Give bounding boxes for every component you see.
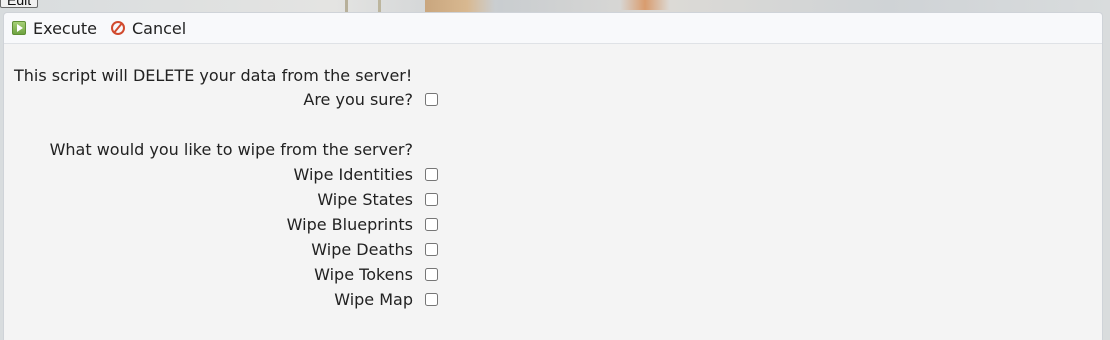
option-row-identities: Wipe Identities [4,165,444,185]
script-dialog: Execute Cancel This script will DELETE y… [3,12,1103,340]
execute-label: Execute [33,18,97,38]
option-row-states: Wipe States [4,190,444,210]
wipe-tokens-checkbox[interactable] [425,268,438,281]
warning-text: This script will DELETE your data from t… [14,66,413,85]
background-detail [378,0,381,12]
cancel-icon [110,21,125,35]
execute-button[interactable]: Execute [12,19,97,38]
option-row-map: Wipe Map [4,290,444,310]
option-label: Wipe Deaths [311,240,413,259]
wipe-map-checkbox[interactable] [425,293,438,306]
wipe-identities-checkbox[interactable] [425,168,438,181]
cancel-button[interactable]: Cancel [110,18,187,38]
cancel-label: Cancel [131,18,187,38]
wipe-question: What would you like to wipe from the ser… [49,140,413,159]
option-row-tokens: Wipe Tokens [4,265,444,285]
background-detail [620,0,670,10]
confirm-checkbox[interactable] [425,93,438,106]
option-label: Wipe States [317,190,413,209]
background-detail [345,0,348,12]
option-label: Wipe Identities [293,165,413,184]
option-label: Wipe Map [334,290,413,309]
wipe-states-checkbox[interactable] [425,193,438,206]
edit-button[interactable]: Edit [0,0,39,8]
option-row-deaths: Wipe Deaths [4,240,444,260]
option-row-blueprints: Wipe Blueprints [4,215,444,235]
option-label: Wipe Blueprints [286,215,413,234]
wipe-blueprints-checkbox[interactable] [425,218,438,231]
play-icon [12,21,26,35]
confirm-label: Are you sure? [303,90,413,109]
option-label: Wipe Tokens [314,265,413,284]
confirm-row: Are you sure? [4,90,444,110]
dialog-toolbar: Execute Cancel [4,13,1102,44]
wipe-deaths-checkbox[interactable] [425,243,438,256]
